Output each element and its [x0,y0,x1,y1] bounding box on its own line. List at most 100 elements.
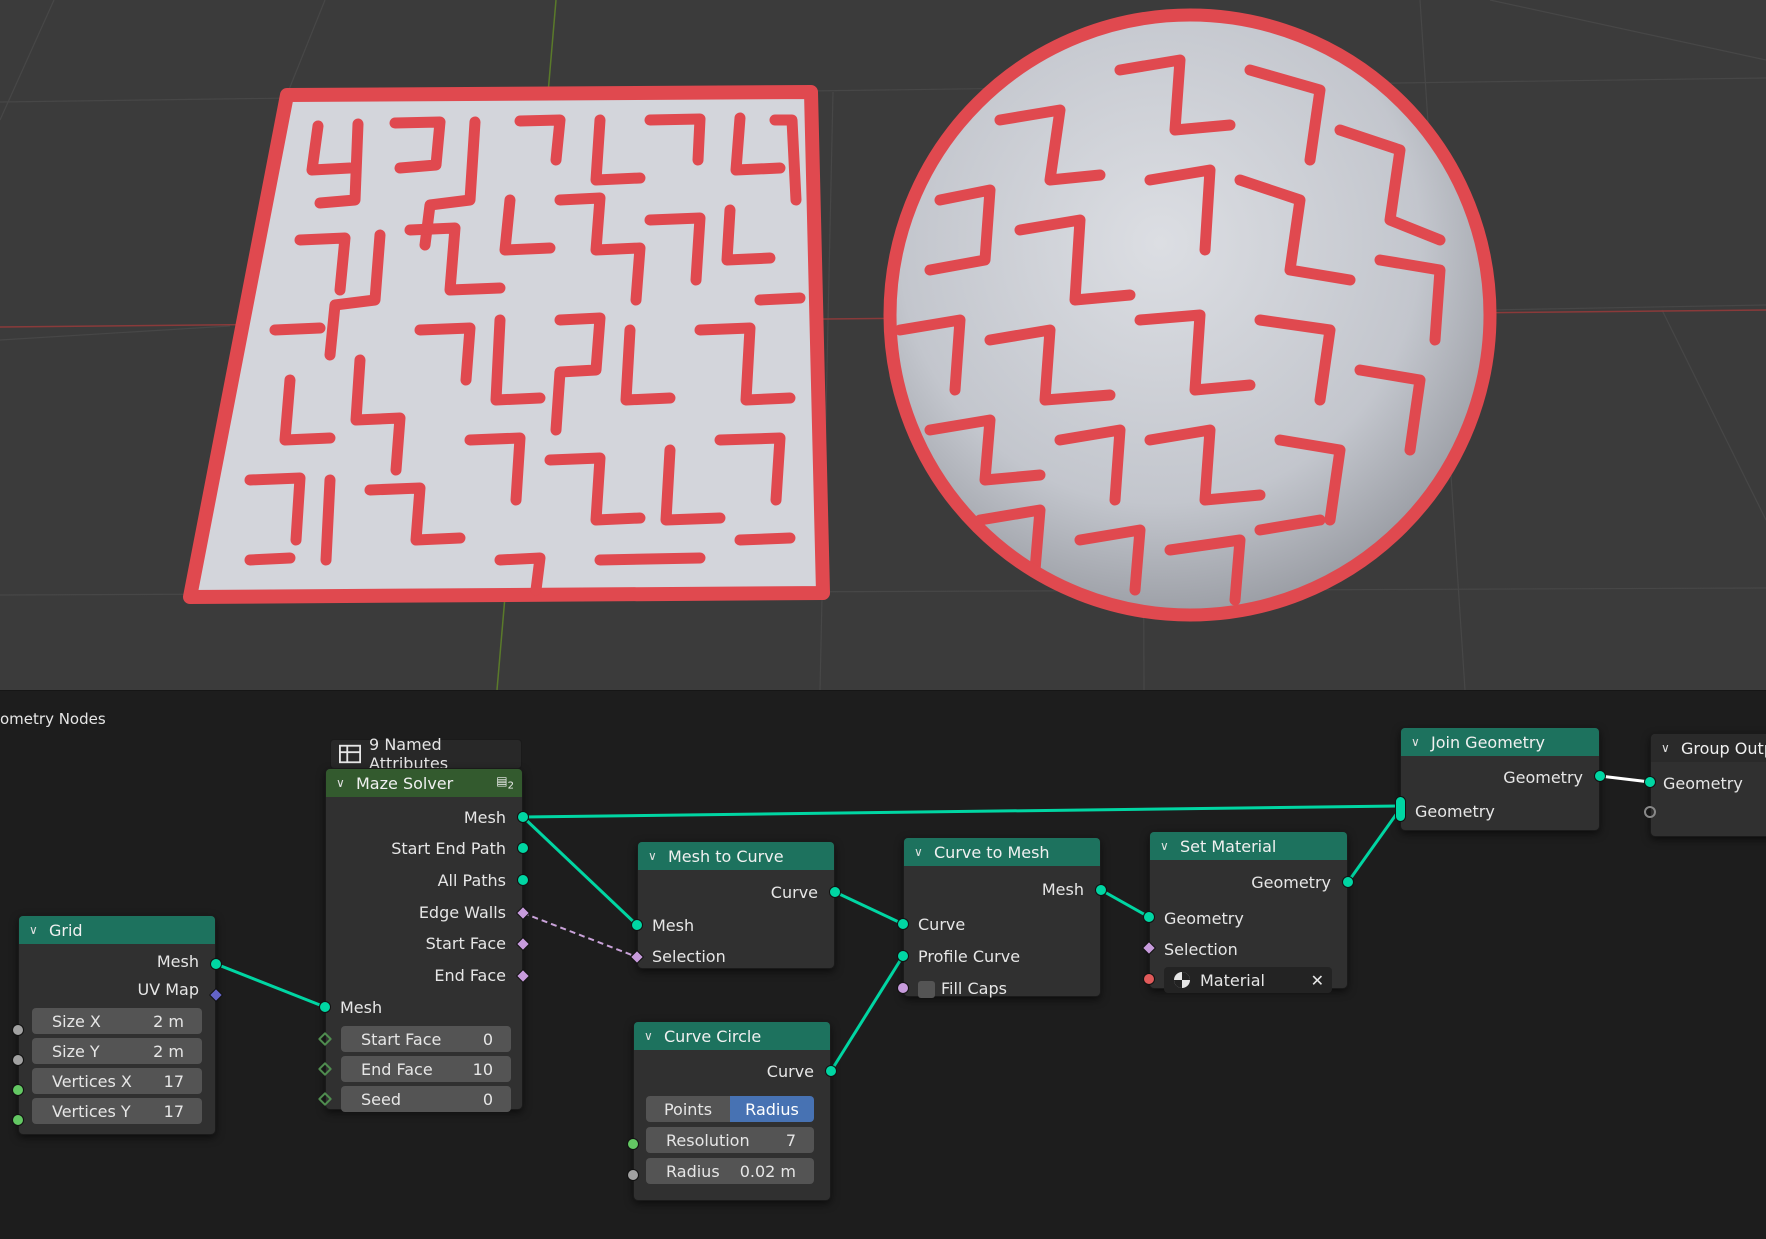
node-editor[interactable]: ometry Nodes ∨ Grid Mesh UV Map Size X2 m… [0,690,1766,1239]
link-maze-join [522,804,1401,819]
link-c2m-setmat [1100,888,1150,919]
join-geometry-title: Join Geometry [1431,732,1545,752]
maze-out-mesh: Mesh [463,808,506,827]
resolution-field[interactable]: Resolution 7 [646,1127,814,1153]
c2m-mesh-socket[interactable] [1095,884,1107,896]
grid-node[interactable]: ∨ Grid Mesh UV Map Size X2 m Size Y2 m Ve… [18,915,216,1135]
chevron-down-icon[interactable]: ∨ [336,776,352,790]
vertices-y-field[interactable]: Vertices Y 17 [32,1098,202,1124]
fill-caps-checkbox[interactable]: Fill Caps [918,975,1007,1003]
join-out-geometry: Geometry [1503,768,1583,787]
size-x-socket[interactable] [12,1024,24,1036]
maze-out-start-face: Start Face [425,934,506,953]
grid-out-mesh: Mesh [156,952,199,971]
group-output-node[interactable]: ∨ Group Outp Geometry [1650,733,1766,837]
group-output-title: Group Outp [1681,738,1766,758]
maze-solver-title: Maze Solver [356,773,454,793]
chevron-down-icon[interactable]: ∨ [644,1029,660,1043]
maze-out-all-paths: All Paths [437,871,506,890]
chevron-down-icon[interactable]: ∨ [914,845,930,859]
size-x-field[interactable]: Size X2 m [32,1008,202,1034]
c2m-in-profile: Profile Curve [918,947,1021,966]
m2c-in-selection: Selection [652,947,726,966]
maze-mesh-out-socket[interactable] [517,811,529,823]
named-attributes-indicator[interactable]: 9 Named Attributes [330,735,522,773]
link-edgewalls-selection [522,912,638,958]
sphere-maze [883,8,1497,622]
material-icon [1174,972,1190,988]
material-socket[interactable] [1143,973,1155,985]
3d-viewport[interactable] [0,0,1766,690]
mesh-to-curve-node[interactable]: ∨ Mesh to Curve Curve Mesh Selection [637,841,835,969]
chevron-down-icon[interactable]: ∨ [1411,735,1427,749]
link-setmat-join [1346,808,1402,883]
link-maze-meshtocurve [521,815,639,927]
grid-node-header[interactable]: ∨ Grid [19,916,215,944]
set-material-title: Set Material [1180,836,1277,856]
start-face-field[interactable]: Start Face 0 [341,1026,511,1052]
viewport-scene [0,0,1766,690]
maze-all-paths-socket[interactable] [517,874,529,886]
maze-solver-node[interactable]: ∨ Maze Solver ▤2 Mesh Start End Path All … [325,768,523,1112]
link-m2c-c2m [834,890,904,926]
radius-field[interactable]: Radius 0.02 m [646,1158,814,1184]
curve-to-mesh-header[interactable]: ∨ Curve to Mesh [904,838,1100,866]
curve-to-mesh-node[interactable]: ∨ Curve to Mesh Mesh Curve Profile Curve … [903,837,1101,998]
checkbox-icon[interactable] [918,981,935,998]
chevron-down-icon[interactable]: ∨ [1160,839,1176,853]
grid-node-title: Grid [49,920,83,940]
vertices-x-socket[interactable] [12,1084,24,1096]
seed-field[interactable]: Seed 0 [341,1086,511,1112]
join-geometry-header[interactable]: ∨ Join Geometry [1401,728,1599,756]
node-group-users-icon[interactable]: ▤2 [496,774,514,791]
join-geometry-node[interactable]: ∨ Join Geometry Geometry Geometry [1400,727,1600,831]
set-material-header[interactable]: ∨ Set Material [1150,832,1347,860]
mode-points-button[interactable]: Points [646,1096,730,1122]
vertices-x-field[interactable]: Vertices X 17 [32,1068,202,1094]
chevron-down-icon[interactable]: ∨ [29,923,45,937]
circle-curve-socket[interactable] [825,1065,837,1077]
output-empty-socket[interactable] [1644,806,1656,818]
close-icon[interactable]: ✕ [1311,971,1324,990]
curve-circle-header[interactable]: ∨ Curve Circle [634,1022,830,1050]
curve-circle-node[interactable]: ∨ Curve Circle Curve Points Radius Resolu… [633,1021,831,1201]
m2c-mesh-socket[interactable] [631,919,643,931]
setmat-geometry-out-socket[interactable] [1342,876,1354,888]
size-y-socket[interactable] [12,1054,24,1066]
maze-solver-header[interactable]: ∨ Maze Solver ▤2 [326,769,522,797]
radius-socket[interactable] [627,1169,639,1181]
setmat-in-selection: Selection [1164,940,1238,959]
mesh-to-curve-header[interactable]: ∨ Mesh to Curve [638,842,834,870]
fill-caps-socket[interactable] [897,982,909,994]
chevron-down-icon[interactable]: ∨ [1661,741,1677,755]
m2c-curve-socket[interactable] [829,886,841,898]
resolution-socket[interactable] [627,1138,639,1150]
c2m-curve-socket[interactable] [897,918,909,930]
chevron-down-icon[interactable]: ∨ [648,849,664,863]
c2m-profile-socket[interactable] [897,950,909,962]
end-face-field[interactable]: End Face 10 [341,1056,511,1082]
link-grid-maze [215,962,326,1009]
attribute-table-icon [339,744,362,764]
maze-out-end-face: End Face [434,966,506,985]
size-y-field[interactable]: Size Y2 m [32,1038,202,1064]
output-in-geometry: Geometry [1663,774,1743,793]
join-multi-input-socket[interactable] [1395,796,1406,822]
join-in-geometry: Geometry [1415,802,1495,821]
m2c-in-mesh: Mesh [652,916,695,935]
group-output-header[interactable]: ∨ Group Outp [1651,734,1766,762]
material-selector[interactable]: Material ✕ [1164,967,1332,993]
grid-mesh-socket[interactable] [210,958,222,970]
link-circle-c2m [829,955,905,1072]
vertices-y-socket[interactable] [12,1114,24,1126]
join-geometry-out-socket[interactable] [1594,770,1606,782]
maze-mesh-in-socket[interactable] [319,1001,331,1013]
set-material-node[interactable]: ∨ Set Material Geometry Geometry Selectio… [1149,831,1348,993]
output-geometry-socket[interactable] [1644,776,1656,788]
mode-radius-button[interactable]: Radius [730,1096,814,1122]
flat-maze [183,85,830,604]
setmat-geometry-in-socket[interactable] [1143,911,1155,923]
m2c-out-curve: Curve [770,883,818,902]
setmat-out-geometry: Geometry [1251,873,1331,892]
maze-start-end-socket[interactable] [517,842,529,854]
